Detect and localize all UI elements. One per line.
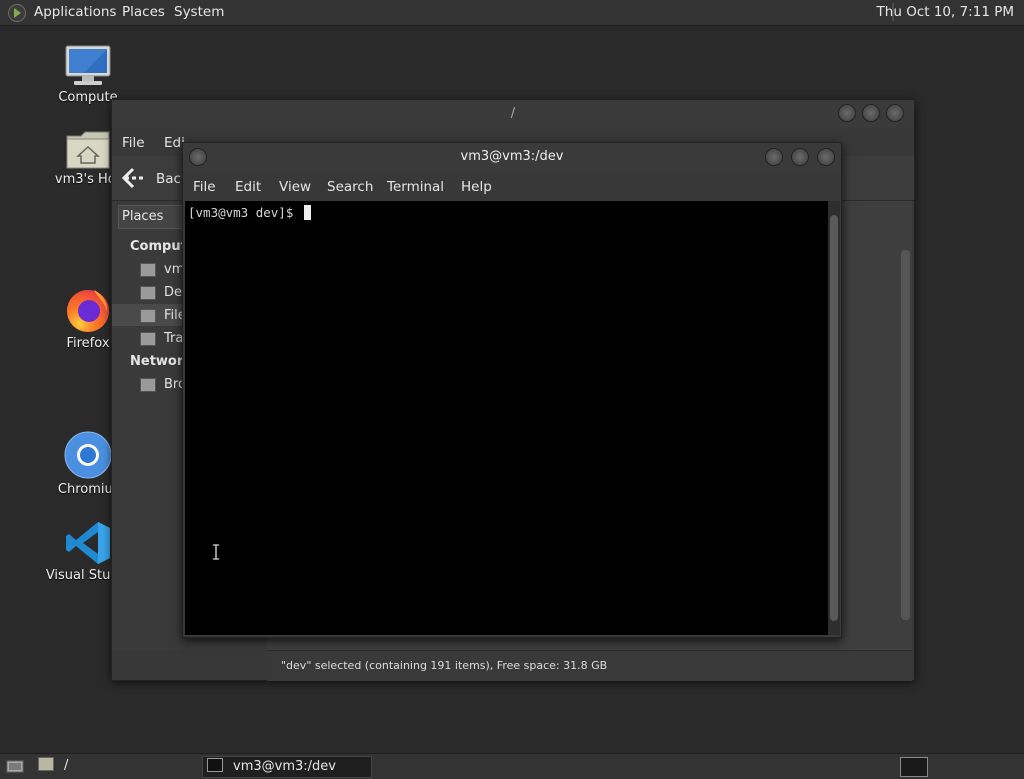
taskbar-terminal[interactable]: vm3@vm3:/dev [202, 756, 372, 778]
terminal-icon [207, 758, 223, 772]
text-cursor [303, 205, 311, 220]
terminal-screen[interactable]: [vm3@vm3 dev]$ [185, 201, 828, 635]
menu-search[interactable]: Search [327, 179, 373, 195]
sidebar-item-trash[interactable]: Tra [140, 331, 183, 346]
network-icon [140, 377, 156, 392]
clock[interactable]: Thu Oct 10, 7:11 PM [877, 4, 1014, 20]
computer-icon [64, 44, 112, 88]
menu-edit[interactable]: Edit [235, 179, 261, 195]
sidebar-item-home[interactable]: vm [140, 262, 184, 277]
back-arrow-icon[interactable] [121, 167, 146, 193]
maximize-button[interactable] [862, 104, 880, 122]
workspace-switcher[interactable] [900, 757, 928, 777]
home-folder-icon [140, 262, 156, 277]
menu-terminal[interactable]: Terminal [387, 179, 444, 195]
sidebar-item-browse-network[interactable]: Bro [140, 377, 186, 392]
scrollbar-thumb[interactable] [830, 215, 838, 621]
task-label: vm3@vm3:/dev [233, 759, 336, 774]
desktop-icon-computer[interactable]: Compute [33, 44, 143, 105]
menu-file[interactable]: File [122, 135, 145, 151]
close-button[interactable] [817, 148, 835, 166]
status-text: "dev" selected (containing 191 items), F… [281, 659, 608, 672]
drive-icon [140, 308, 156, 323]
file-view-scrollbar[interactable] [901, 240, 911, 650]
firefox-icon [64, 286, 112, 334]
prompt-text: [vm3@vm3 dev]$ [188, 205, 301, 220]
show-desktop-icon[interactable] [6, 758, 24, 778]
trash-icon [140, 331, 156, 346]
home-folder-icon [65, 128, 111, 170]
terminal-menubar: File Edit View Search Terminal Help [183, 171, 841, 201]
system-menu[interactable]: System [174, 4, 224, 20]
terminal-title: vm3@vm3:/dev [183, 143, 841, 171]
close-button[interactable] [886, 104, 904, 122]
file-manager-title: / [112, 100, 914, 128]
terminal-prompt: [vm3@vm3 dev]$ [188, 205, 311, 220]
top-panel: Applications Places System Thu Oct 10, 7… [0, 0, 1024, 26]
applications-logo-icon[interactable] [8, 4, 26, 22]
task-label: / [64, 758, 69, 773]
sidebar-item-label: Tra [164, 331, 184, 346]
status-bar: "dev" selected (containing 191 items), F… [267, 650, 912, 681]
menu-file[interactable]: File [193, 179, 216, 195]
minimize-button[interactable] [765, 148, 783, 166]
folder-icon [140, 285, 156, 300]
maximize-button[interactable] [791, 148, 809, 166]
folder-icon [38, 757, 54, 771]
places-menu[interactable]: Places [122, 4, 165, 20]
applications-menu[interactable]: Applications [34, 4, 116, 20]
taskbar-file-manager[interactable]: / [38, 756, 193, 776]
bottom-panel: / vm3@vm3:/dev [0, 753, 1024, 779]
menu-help[interactable]: Help [461, 179, 492, 195]
chromium-icon [63, 430, 113, 480]
terminal-scrollbar[interactable] [828, 201, 840, 635]
terminal-window[interactable]: vm3@vm3:/dev File Edit View Search Termi… [182, 142, 842, 638]
minimize-button[interactable] [838, 104, 856, 122]
scrollbar-thumb[interactable] [901, 250, 910, 620]
menu-view[interactable]: View [279, 179, 311, 195]
window-menu-button[interactable] [189, 148, 207, 166]
vscode-icon [64, 520, 112, 566]
mouse-ibeam-cursor-icon [212, 544, 220, 560]
